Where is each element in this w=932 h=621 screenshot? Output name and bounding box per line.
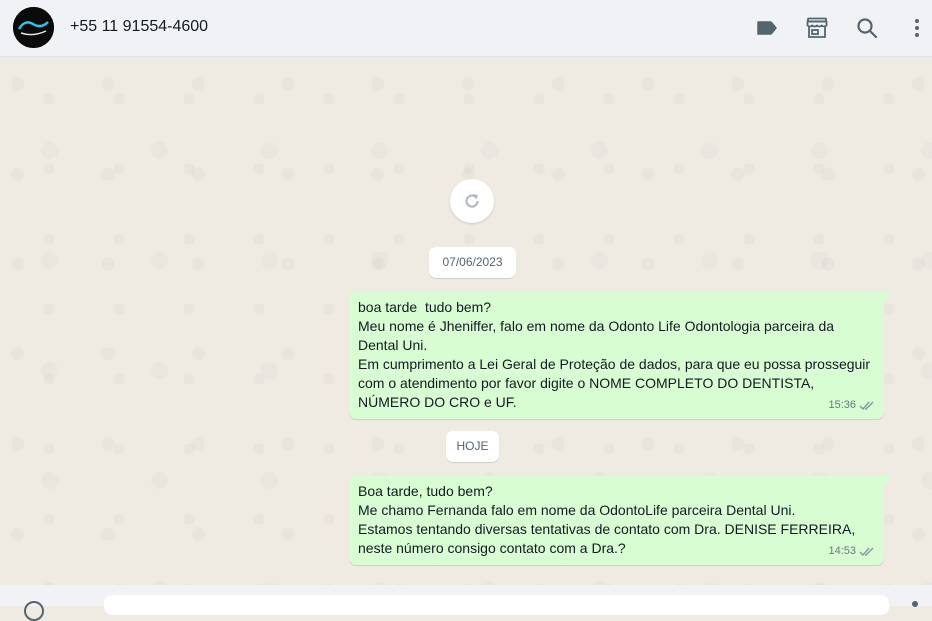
message-meta: 14:53 — [828, 542, 875, 561]
search-icon[interactable] — [855, 16, 879, 40]
double-check-icon — [859, 401, 874, 411]
message-line: Me chamo Fernanda falo em nome da Odonto… — [358, 502, 796, 518]
bubble-tail — [884, 476, 892, 486]
avatar-logo-icon — [13, 7, 54, 48]
message-line: boa tarde tudo bem? — [358, 299, 492, 315]
double-check-icon — [859, 547, 874, 557]
message-line: Estamos tentando diversas tentativas de … — [358, 521, 860, 556]
contact-avatar[interactable] — [13, 7, 54, 48]
contact-name[interactable]: +55 11 91554-4600 — [70, 18, 208, 36]
message-time: 15:36 — [828, 399, 856, 411]
message-meta: 15:36 — [828, 396, 875, 415]
chat-header: +55 11 91554-4600 — [0, 0, 932, 57]
outgoing-message[interactable]: boa tarde tudo bem? Meu nome é Jheniffer… — [349, 292, 892, 419]
mic-icon[interactable] — [912, 601, 918, 607]
message-line: Meu nome é Jheniffer, falo em nome da Od… — [358, 318, 838, 353]
bubble-tail — [884, 292, 892, 302]
menu-dots-icon[interactable] — [905, 16, 929, 40]
outgoing-message[interactable]: Boa tarde, tudo bem? Me chamo Fernanda f… — [349, 476, 892, 565]
date-divider: HOJE — [446, 431, 499, 462]
store-icon[interactable] — [805, 16, 829, 40]
refresh-icon — [465, 194, 479, 208]
label-icon[interactable] — [755, 16, 779, 40]
message-line: Boa tarde, tudo bem? — [358, 483, 493, 499]
emoji-icon[interactable] — [24, 601, 44, 621]
load-more-button[interactable] — [450, 179, 494, 223]
chat-area: 07/06/2023 boa tarde tudo bem? Meu nome … — [0, 57, 932, 585]
message-input[interactable] — [104, 595, 889, 615]
date-divider: 07/06/2023 — [429, 247, 516, 278]
message-line: Em cumprimento a Lei Geral de Proteção d… — [358, 356, 874, 410]
message-time: 14:53 — [828, 545, 856, 557]
